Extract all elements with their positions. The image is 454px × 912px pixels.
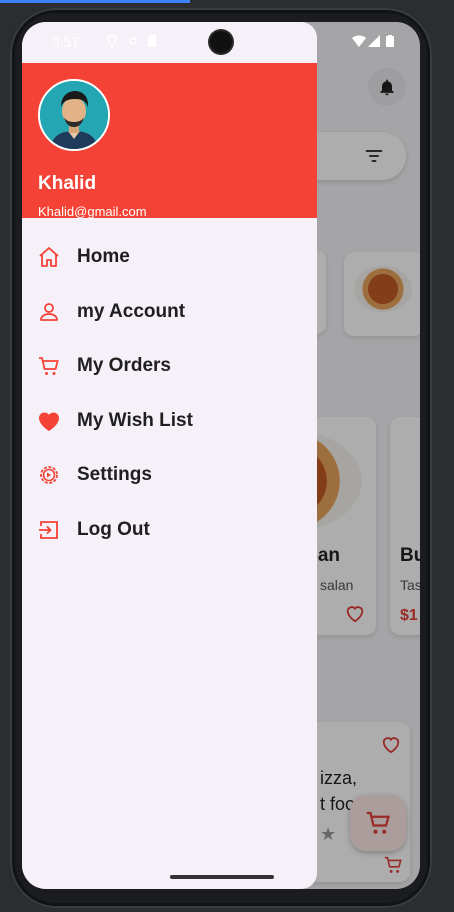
- menu-item-label: My Orders: [77, 355, 171, 377]
- status-bar: 3:57: [22, 22, 420, 62]
- menu-item-label: Home: [77, 246, 130, 268]
- settings-icon: [37, 463, 61, 487]
- menu-item-settings[interactable]: Settings: [22, 448, 317, 503]
- avatar[interactable]: [38, 79, 110, 151]
- menu-item-label: Log Out: [77, 518, 150, 540]
- menu-item-my-orders[interactable]: My Orders: [22, 339, 317, 394]
- menu-item-label: My Wish List: [77, 409, 193, 431]
- user-avatar-illustration: [40, 81, 108, 149]
- sd-card-icon: [148, 35, 156, 47]
- battery-icon: [386, 35, 394, 47]
- user-name: Khalid: [38, 173, 97, 194]
- navigation-drawer: Khalid Khalid@gmail.com Home my Account: [22, 22, 317, 889]
- menu-item-my-account[interactable]: my Account: [22, 285, 317, 340]
- menu-item-my-wish-list[interactable]: My Wish List: [22, 394, 317, 449]
- signal-icon: [368, 35, 380, 47]
- heart-icon: [37, 409, 61, 433]
- person-icon: [37, 300, 61, 324]
- wifi-icon: [352, 35, 366, 47]
- home-icon: [37, 245, 61, 269]
- menu-item-home[interactable]: Home: [22, 230, 317, 285]
- user-email: Khalid@gmail.com: [38, 204, 147, 219]
- front-camera: [210, 31, 232, 53]
- cart-icon: [37, 354, 61, 378]
- dot-icon: [129, 37, 137, 45]
- drawer-menu: Home my Account My Orders My Wish List S…: [22, 230, 317, 557]
- menu-item-label: my Account: [77, 300, 186, 322]
- drawer-header: Khalid Khalid@gmail.com: [22, 63, 317, 219]
- status-time: 3:57: [52, 34, 80, 50]
- menu-item-label: Settings: [77, 464, 152, 486]
- top-progress-line: [0, 0, 190, 3]
- logout-icon: [37, 518, 61, 542]
- menu-item-log-out[interactable]: Log Out: [22, 503, 317, 558]
- screen: alan salan Bu Tas $1 izza, t foo ★ 3:57: [22, 22, 420, 889]
- location-icon: [107, 34, 117, 48]
- gesture-home-bar[interactable]: [170, 875, 274, 879]
